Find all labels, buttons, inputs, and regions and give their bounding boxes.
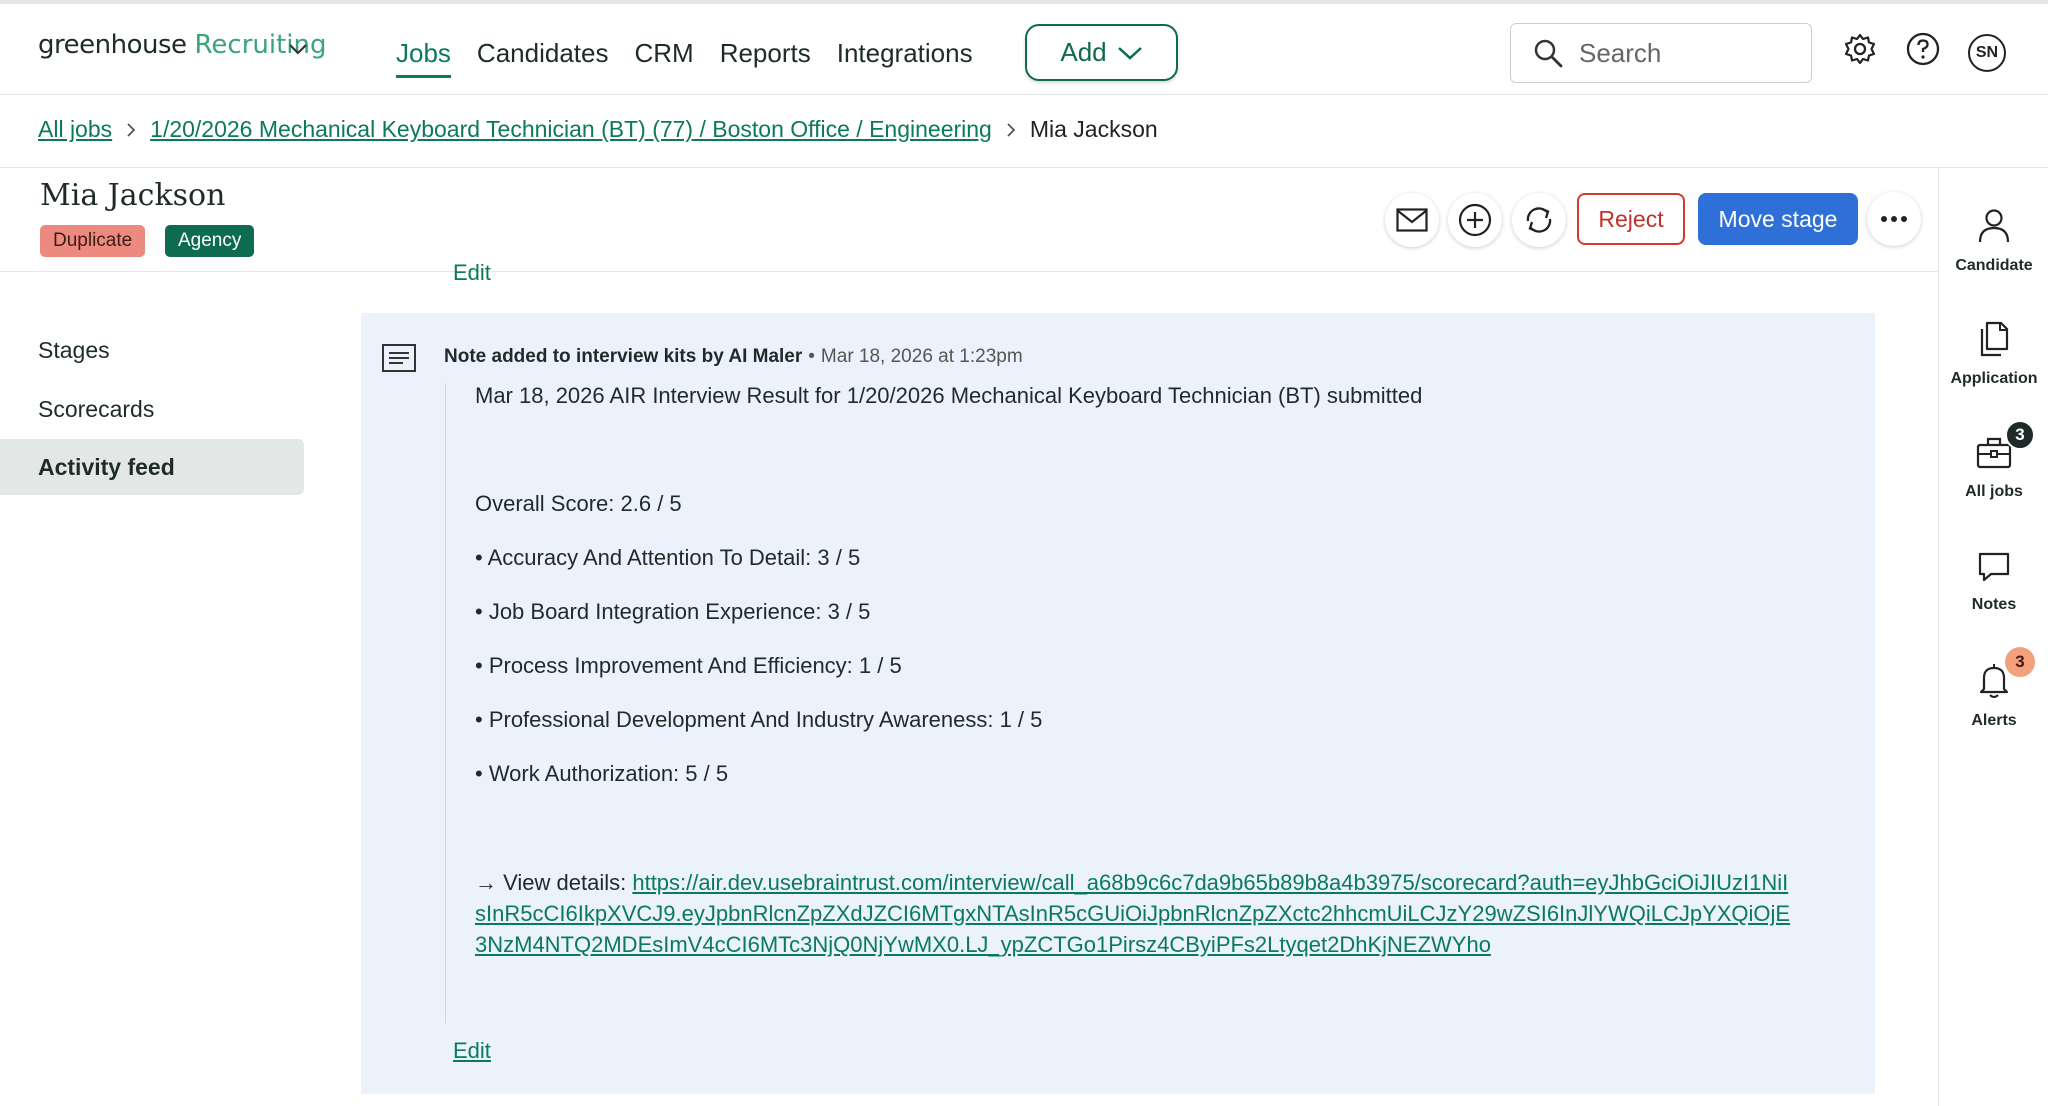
right-rail: Candidate Application All jobs 3 Notes A… [1938,168,2048,1106]
more-options-button[interactable] [1867,192,1921,246]
sidebar-item-activity-feed[interactable]: Activity feed [0,439,304,495]
overall-score: Overall Score: 2.6 / 5 [475,491,682,516]
sidebar-item-stages[interactable]: Stages [0,322,304,378]
note-body: Mar 18, 2026 AIR Interview Result for 1/… [445,383,1825,1023]
nav-jobs[interactable]: Jobs [396,38,451,78]
duplicate-badge[interactable]: Duplicate [40,225,146,257]
score-item: • Accuracy And Attention To Detail: 3 / … [475,545,861,570]
note-card: Note added to interview kits by AI Maler… [361,313,1875,1094]
edit-link[interactable]: Edit [453,1038,491,1064]
chevron-right-icon [127,122,136,137]
avatar[interactable]: SN [1968,34,2006,72]
candidate-name: Mia Jackson [40,178,226,213]
chevron-down-icon[interactable] [288,42,308,60]
score-item: • Job Board Integration Experience: 3 / … [475,599,871,624]
search-box[interactable] [1510,23,1812,83]
rail-label: Candidate [1955,257,2033,274]
logo-word: greenhouse [38,30,187,60]
search-input[interactable] [1579,37,1779,69]
nav-integrations[interactable]: Integrations [837,38,973,78]
move-stage-button[interactable]: Move stage [1698,193,1858,245]
chevron-right-icon [1007,122,1016,137]
note-title: Mar 18, 2026 AIR Interview Result for 1/… [475,383,1423,408]
score-item: • Process Improvement And Efficiency: 1 … [475,653,902,678]
breadcrumb: All jobs 1/20/2026 Mechanical Keyboard T… [38,116,1158,143]
all-jobs-count-badge: 3 [2005,420,2035,450]
score-item: • Work Authorization: 5 / 5 [475,761,729,786]
nav-crm[interactable]: CRM [634,38,693,78]
scorecard-link[interactable]: https://air.dev.usebraintrust.com/interv… [475,870,1790,957]
refresh-icon [1526,207,1552,233]
sidebar-item-scorecards[interactable]: Scorecards [0,381,304,437]
breadcrumb-current: Mia Jackson [1029,116,1158,142]
bell-icon [1979,664,2009,698]
email-button[interactable] [1385,193,1439,247]
chevron-down-icon [1117,46,1142,60]
top-navigation: greenhouse Recruiting Jobs Candidates CR… [0,0,2048,95]
app-logo[interactable]: greenhouse Recruiting [38,30,326,60]
plus-circle-icon [1458,203,1492,237]
help-icon[interactable] [1906,32,1940,71]
rail-label: Notes [1971,596,2017,613]
view-details-label: → View details: [475,870,633,895]
add-button-label: Add [1060,37,1107,67]
rail-candidate[interactable]: Candidate [1939,208,2048,275]
edit-link[interactable]: Edit [453,258,491,280]
person-icon [1978,209,2010,243]
gear-icon[interactable] [1843,32,1877,71]
ellipsis-icon [1881,216,1887,222]
nav-reports[interactable]: Reports [720,38,811,78]
add-button[interactable]: Add [1025,24,1178,81]
nav-candidates[interactable]: Candidates [477,38,609,78]
agency-badge: Agency [165,225,255,257]
view-details: → View details: https://air.dev.usebrain… [475,867,1795,960]
documents-icon [1980,321,2009,357]
breadcrumb-job[interactable]: 1/20/2026 Mechanical Keyboard Technician… [150,116,992,143]
rail-all-jobs[interactable]: All jobs 3 [1939,420,2048,501]
note-timestamp: Mar 18, 2026 at 1:23pm [820,346,1023,367]
divider [0,167,2048,168]
add-action-button[interactable] [1448,193,1502,247]
note-meta: Note added to interview kits by AI Maler… [444,346,1023,368]
envelope-icon [1396,208,1428,232]
breadcrumb-all-jobs[interactable]: All jobs [38,116,112,143]
transfer-button[interactable] [1512,193,1566,247]
search-icon [1534,39,1563,68]
rail-label: Application [1950,370,2038,387]
score-item: • Professional Development And Industry … [475,707,1043,732]
alerts-count-badge: 3 [2005,647,2035,677]
note-icon [381,343,417,378]
rail-label: All jobs [1965,483,2023,500]
main-nav: Jobs Candidates CRM Reports Integrations [396,38,973,78]
rail-notes[interactable]: Notes [1939,551,2048,614]
speech-bubble-icon [1978,552,2010,582]
note-author: Note added to interview kits by AI Maler [444,346,803,367]
meta-separator: • [808,346,815,367]
rail-label: Alerts [1971,712,2017,729]
rail-alerts[interactable]: Alerts 3 [1939,647,2048,730]
rail-application[interactable]: Application [1939,321,2048,388]
divider [0,271,1938,272]
reject-button[interactable]: Reject [1577,193,1685,245]
